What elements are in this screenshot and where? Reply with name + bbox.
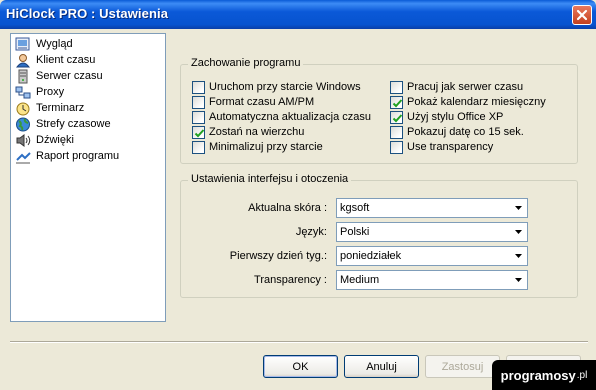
checkbox-right-3[interactable]: Pokazuj datę co 15 sek. — [390, 125, 524, 139]
first-day-select[interactable]: poniedziałek — [336, 246, 528, 266]
checkbox-left-4[interactable]: Minimalizuj przy starcie — [192, 140, 323, 154]
globe-icon — [16, 117, 30, 131]
sidebar-item-time-server[interactable]: Serwer czasu — [11, 68, 165, 84]
checkbox-label: Pokaż kalendarz miesięczny — [407, 96, 546, 108]
select-value: Polski — [340, 226, 370, 238]
sidebar-item-label: Klient czasu — [36, 54, 96, 66]
checkbox-box[interactable] — [192, 110, 205, 124]
checkbox-box[interactable] — [390, 110, 403, 124]
field-label: Język: — [295, 226, 327, 238]
sidebar-item-label: Wygląd — [36, 38, 73, 50]
chevron-down-icon[interactable] — [510, 247, 527, 265]
checkbox-left-1[interactable]: Format czasu AM/PM — [192, 95, 314, 109]
title-bar: HiClock PRO : Ustawienia — [0, 0, 596, 29]
report-icon — [16, 151, 31, 163]
watermark-tld: .pl — [576, 369, 588, 381]
sidebar-item-label: Serwer czasu — [36, 70, 103, 82]
close-button[interactable] — [572, 5, 592, 25]
skin-select[interactable]: kgsoft — [336, 198, 528, 218]
language-select[interactable]: Polski — [336, 222, 528, 242]
time-server-icon — [18, 69, 28, 83]
proxy-icon — [15, 86, 31, 98]
settings-category-list: Wygląd Klient czasu Serwer czasu Proxy T… — [10, 33, 166, 322]
time-client-icon — [15, 53, 31, 67]
sidebar-item-label: Raport programu — [36, 150, 120, 162]
close-icon — [576, 9, 588, 21]
checkbox-box[interactable] — [390, 140, 403, 154]
checkbox-label: Automatyczna aktualizacja czasu — [209, 111, 372, 123]
sidebar-item-time-zones[interactable]: Strefy czasowe — [11, 116, 165, 132]
sidebar-item-scheduler[interactable]: Terminarz — [11, 100, 165, 116]
appearance-icon — [15, 37, 30, 50]
sidebar-item-label: Strefy czasowe — [36, 118, 111, 130]
sidebar-item-label: Dźwięki — [36, 134, 74, 146]
checkbox-label: Uruchom przy starcie Windows — [209, 81, 361, 93]
checkbox-right-1[interactable]: Pokaż kalendarz miesięczny — [390, 95, 546, 109]
checkbox-label: Zostań na wierzchu — [209, 126, 305, 138]
select-value: poniedziałek — [340, 250, 402, 262]
sidebar-item-sounds[interactable]: Dźwięki — [11, 132, 165, 148]
sidebar-item-label: Terminarz — [36, 102, 85, 114]
checkbox-box[interactable] — [192, 140, 205, 154]
watermark-name: programosy — [500, 367, 576, 383]
checkbox-box[interactable] — [390, 125, 403, 139]
sidebar-item-appearance[interactable]: Wygląd — [11, 36, 165, 52]
watermark: programosy .pl — [492, 360, 596, 390]
checkbox-label: Minimalizuj przy starcie — [209, 141, 323, 153]
checkbox-box[interactable] — [192, 125, 205, 139]
checkbox-label: Pracuj jak serwer czasu — [407, 81, 524, 93]
checkbox-left-3[interactable]: Zostań na wierzchu — [192, 125, 304, 139]
checkbox-box[interactable] — [390, 95, 403, 109]
group-title: Zachowanie programu — [188, 57, 304, 69]
ok-button[interactable]: OK — [263, 355, 338, 378]
sidebar-item-label: Proxy — [36, 86, 65, 98]
apply-button[interactable]: Zastosuj — [425, 355, 500, 378]
chevron-down-icon[interactable] — [510, 199, 527, 217]
sidebar-item-proxy[interactable]: Proxy — [11, 84, 165, 100]
chevron-down-icon[interactable] — [510, 271, 527, 289]
transparency-select[interactable]: Medium — [336, 270, 528, 290]
checkbox-label: Użyj stylu Office XP — [407, 111, 504, 123]
field-label: Transparency : — [254, 274, 327, 286]
cancel-button[interactable]: Anuluj — [344, 355, 419, 378]
checkbox-right-0[interactable]: Pracuj jak serwer czasu — [390, 80, 523, 94]
checkbox-left-0[interactable]: Uruchom przy starcie Windows — [192, 80, 361, 94]
checkbox-left-2[interactable]: Automatyczna aktualizacja czasu — [192, 110, 371, 124]
sidebar-item-time-client[interactable]: Klient czasu — [11, 52, 165, 68]
field-label: Pierwszy dzień tyg.: — [229, 250, 327, 262]
divider — [10, 341, 588, 343]
checkbox-box[interactable] — [192, 80, 205, 94]
checkbox-right-2[interactable]: Użyj stylu Office XP — [390, 110, 503, 124]
checkbox-label: Format czasu AM/PM — [209, 96, 315, 108]
checkbox-label: Pokazuj datę co 15 sek. — [407, 126, 524, 138]
scheduler-icon — [16, 102, 30, 115]
checkbox-right-4[interactable]: Use transparency — [390, 140, 493, 154]
field-label: Aktualna skóra : — [248, 202, 327, 214]
speaker-icon — [16, 133, 31, 147]
chevron-down-icon[interactable] — [510, 223, 527, 241]
select-value: kgsoft — [340, 202, 370, 214]
checkbox-box[interactable] — [192, 95, 205, 109]
window-title: HiClock PRO : Ustawienia — [6, 6, 169, 21]
checkbox-label: Use transparency — [407, 141, 494, 153]
sidebar-item-report[interactable]: Raport programu — [11, 148, 165, 164]
group-title: Ustawienia interfejsu i otoczenia — [188, 173, 352, 185]
select-value: Medium — [340, 274, 380, 286]
checkbox-box[interactable] — [390, 80, 403, 94]
